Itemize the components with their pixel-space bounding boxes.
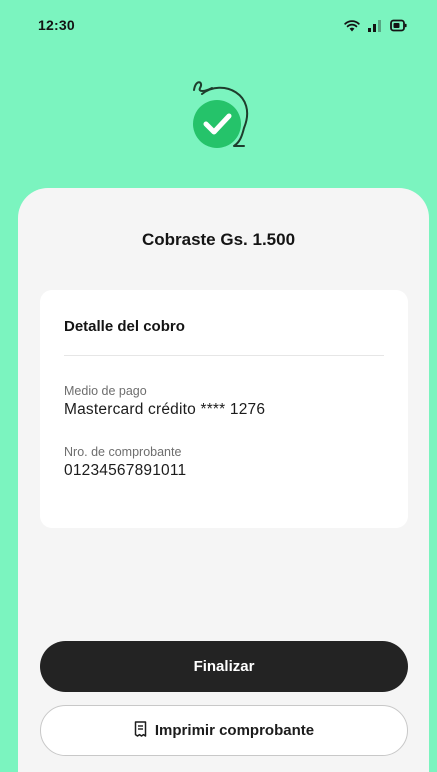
card-divider (64, 355, 384, 356)
payment-method-value: Mastercard crédito **** 1276 (64, 401, 266, 418)
battery-icon (390, 19, 407, 32)
success-illustration (0, 72, 437, 159)
status-bar: 12:30 (0, 0, 437, 50)
finish-button-label: Finalizar (193, 658, 255, 675)
success-check-icon (174, 72, 264, 159)
wifi-icon (344, 19, 360, 32)
print-receipt-label: Imprimir comprobante (154, 722, 315, 739)
receipt-icon (134, 720, 147, 741)
payment-title: Cobraste Gs. 1.500 (141, 230, 296, 249)
receipt-number-field: Nro. de comprobante 01234567891011 (64, 445, 384, 480)
phone-screen: 12:30 Cobraste Gs. 1.500 Detalle del cob… (0, 0, 437, 772)
receipt-number-value: 01234567891011 (64, 462, 187, 479)
payment-detail-card: Detalle del cobro Medio de pago Masterca… (40, 290, 408, 528)
payment-method-field: Medio de pago Mastercard crédito **** 12… (64, 384, 384, 419)
signal-icon (368, 19, 382, 32)
card-title: Detalle del cobro (64, 318, 185, 335)
status-time: 12:30 (38, 17, 75, 33)
finish-button[interactable]: Finalizar (40, 641, 408, 692)
status-icons (344, 19, 407, 32)
receipt-number-label: Nro. de comprobante (64, 445, 182, 459)
print-receipt-button[interactable]: Imprimir comprobante (40, 705, 408, 756)
payment-method-label: Medio de pago (64, 384, 147, 398)
